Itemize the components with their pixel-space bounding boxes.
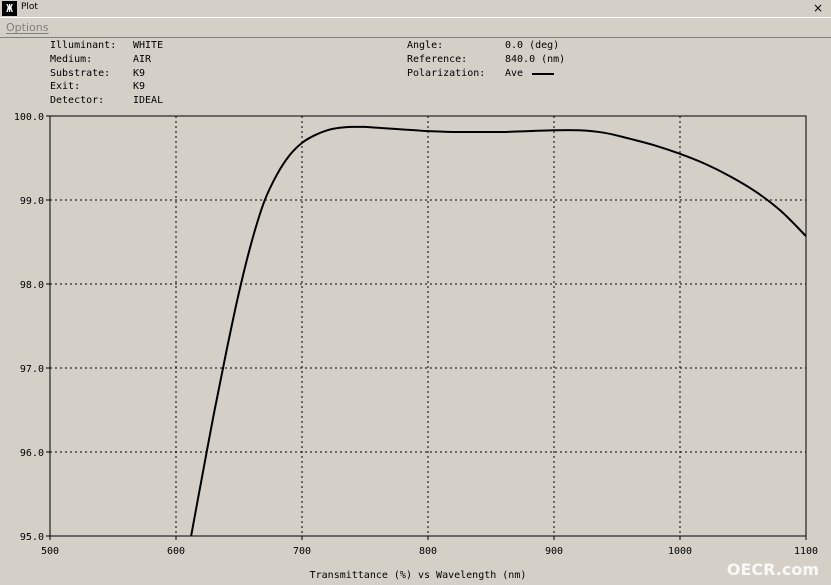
x-tick-label: 700 [293,546,311,557]
y-tick-label: 97.0 [20,364,44,375]
y-tick-label: 96.0 [20,448,44,459]
x-tick-label: 1100 [794,546,818,557]
y-tick-label: 100.0 [14,112,44,123]
title-bar: Ж Plot × [0,0,831,18]
app-icon[interactable]: Ж [2,1,17,16]
menu-options[interactable]: Options [6,21,48,34]
close-button[interactable]: × [811,0,825,16]
x-tick-label: 1000 [668,546,692,557]
x-axis-label: Transmittance (%) vs Wavelength (nm) [310,570,527,581]
chart: 500 600 700 800 900 1000 1100 95.0 96.0 97.0 98.0 9… [14,112,818,581]
y-tick-label: 98.0 [20,280,44,291]
x-tick-label: 900 [545,546,563,557]
y-tick-label: 99.0 [20,196,44,207]
x-tick-label: 500 [41,546,59,557]
window-title: Plot [21,2,38,12]
x-tick-label: 800 [419,546,437,557]
series-line-0 [190,125,807,537]
x-tick-label: 600 [167,546,185,557]
y-tick-label: 95.0 [20,532,44,543]
plot-area: Illuminant: Medium: Substrate: Exit: Detecto… [0,38,831,585]
menu-bar: Options [0,18,831,38]
watermark: OECR.com [726,560,819,579]
